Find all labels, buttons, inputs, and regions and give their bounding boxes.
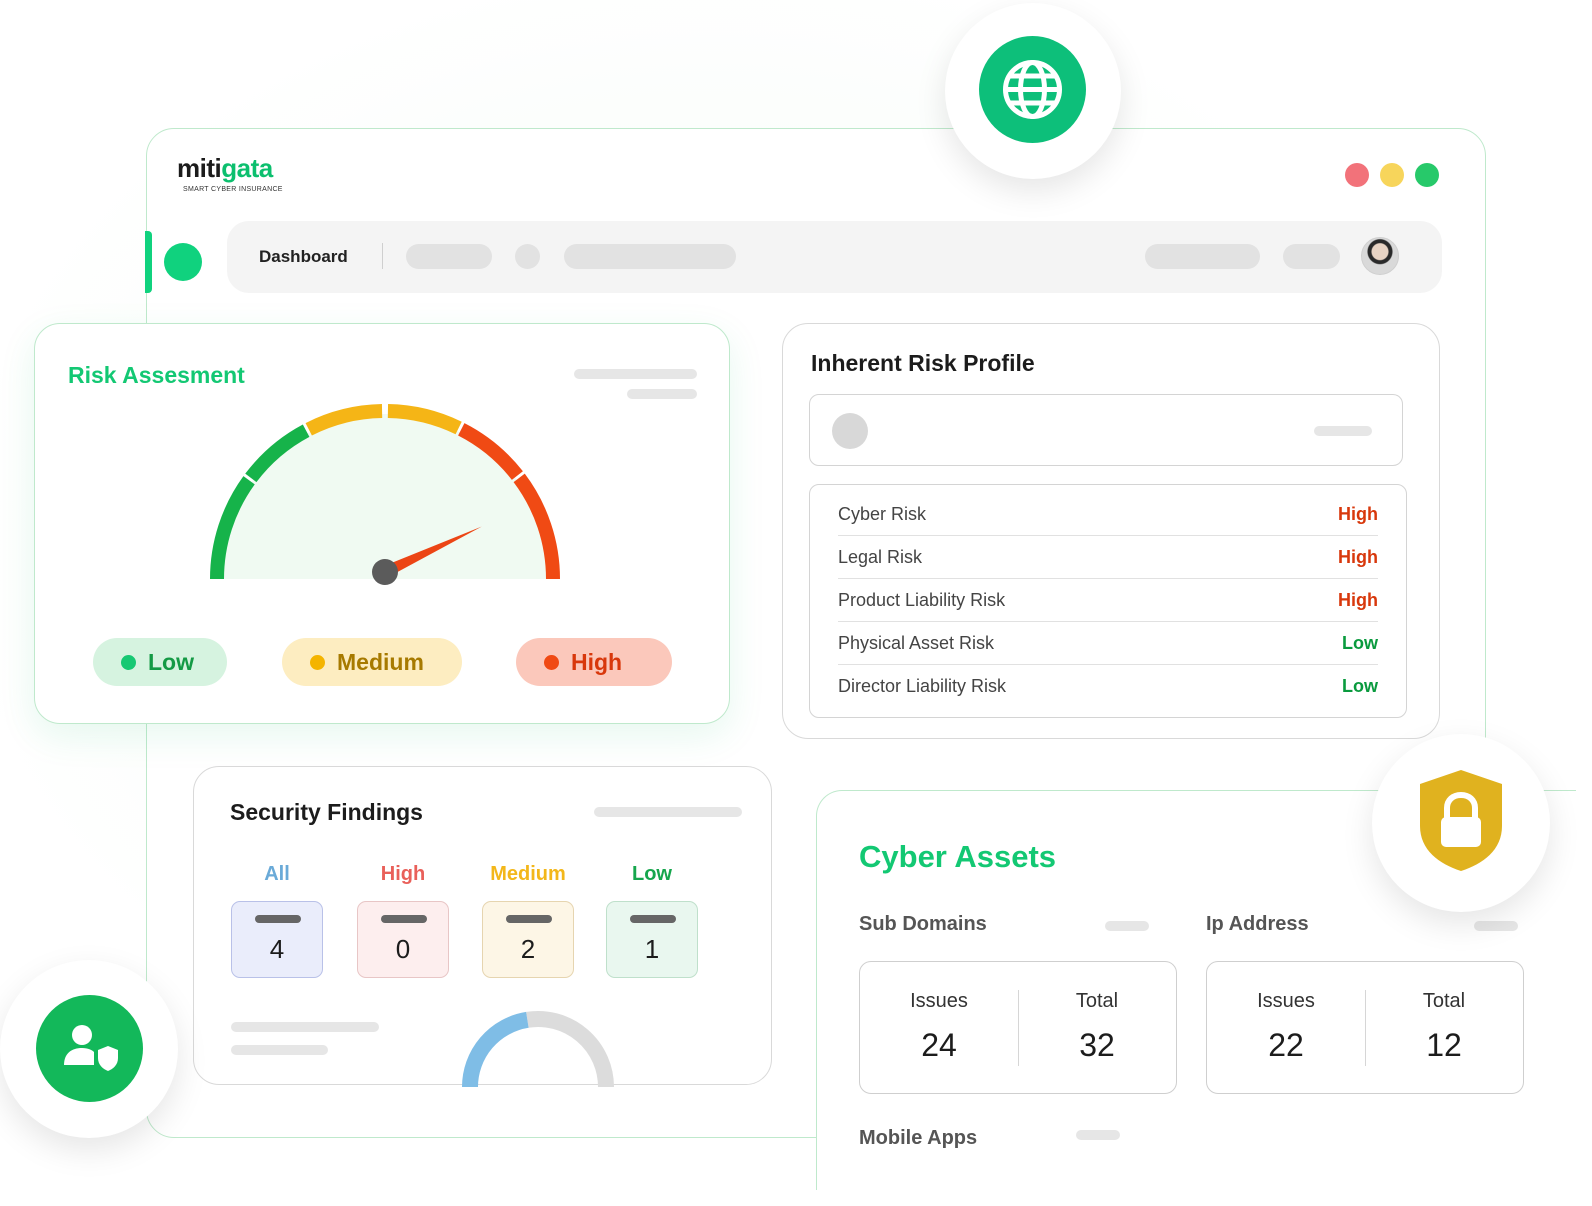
placeholder-bar bbox=[231, 1045, 328, 1055]
placeholder-bar bbox=[1474, 921, 1518, 931]
risk-level: Low bbox=[1342, 632, 1378, 653]
globe-icon bbox=[1003, 60, 1062, 119]
finding-count: 1 bbox=[644, 934, 660, 964]
legend-high-label: High bbox=[571, 648, 623, 675]
sidebar-active-indicator bbox=[145, 231, 152, 293]
user-shield-badge bbox=[0, 960, 178, 1138]
donut-filled-arc bbox=[462, 1011, 529, 1087]
legend-medium-label: Medium bbox=[337, 648, 424, 675]
placeholder-bar bbox=[1076, 1130, 1120, 1140]
findings-donut bbox=[462, 1011, 614, 1087]
finding-label: High bbox=[380, 863, 426, 885]
legend-low-dot bbox=[121, 654, 136, 670]
legend-low[interactable]: Low bbox=[93, 638, 227, 686]
nav-dashboard[interactable]: Dashboard bbox=[259, 247, 348, 267]
maximize-window-button[interactable] bbox=[1415, 163, 1439, 187]
sub-domains-issues: Issues 24 bbox=[910, 990, 968, 1063]
risk-label: Cyber Risk bbox=[838, 503, 927, 524]
profile-selector[interactable] bbox=[809, 394, 1403, 466]
finding-label: All bbox=[264, 863, 290, 885]
close-window-button[interactable] bbox=[1345, 163, 1369, 187]
finding-count: 0 bbox=[395, 934, 411, 964]
risk-level: High bbox=[1338, 546, 1378, 567]
brand-tagline: SMART CYBER INSURANCE bbox=[183, 186, 283, 193]
finding-count: 4 bbox=[269, 934, 285, 964]
nav-placeholder-3[interactable] bbox=[1145, 244, 1260, 269]
inherent-risk-profile-card: Inherent Risk Profile Cyber Risk High Le… bbox=[782, 323, 1440, 739]
legend-high-dot bbox=[544, 654, 559, 670]
risk-label: Director Liability Risk bbox=[838, 676, 1007, 696]
risk-level: High bbox=[1338, 589, 1378, 610]
risk-level: High bbox=[1338, 503, 1378, 524]
placeholder-bar bbox=[231, 1022, 379, 1032]
table-row: Legal Risk High bbox=[838, 536, 1378, 579]
placeholder-bar bbox=[627, 389, 697, 399]
risk-gauge bbox=[210, 404, 560, 585]
finding-filter-low[interactable]: Low 1 bbox=[606, 863, 698, 978]
finding-count: 2 bbox=[520, 934, 536, 964]
finding-count-box: 0 bbox=[357, 901, 449, 978]
cyber-assets-title: Cyber Assets bbox=[859, 839, 1057, 874]
brand-wordmark: mitigata bbox=[177, 153, 273, 183]
mobile-apps-label: Mobile Apps bbox=[859, 1127, 978, 1149]
risk-label: Product Liability Risk bbox=[838, 589, 1006, 610]
ip-address-total: Total 12 bbox=[1422, 990, 1466, 1063]
gauge-fill bbox=[220, 414, 550, 579]
risk-label: Legal Risk bbox=[838, 546, 923, 567]
inherent-risk-profile-title: Inherent Risk Profile bbox=[811, 350, 1035, 376]
risk-assessment-card: Risk Assesment Low Medium High bbox=[34, 323, 730, 724]
globe-badge bbox=[945, 3, 1121, 179]
brand-logo[interactable]: mitigata SMART CYBER INSURANCE bbox=[177, 153, 317, 203]
finding-count-box: 4 bbox=[231, 901, 323, 978]
legend-low-label: Low bbox=[148, 648, 194, 675]
shield-lock-icon bbox=[1420, 770, 1502, 871]
risk-label: Physical Asset Risk bbox=[838, 632, 995, 653]
finding-label: Medium bbox=[490, 863, 566, 885]
finding-filter-medium[interactable]: Medium 2 bbox=[482, 863, 574, 978]
nav-placeholder-2[interactable] bbox=[564, 244, 736, 269]
nav-divider bbox=[382, 243, 383, 269]
finding-filter-all[interactable]: All 4 bbox=[231, 863, 323, 978]
placeholder-bar bbox=[1105, 921, 1149, 931]
legend-medium-dot bbox=[310, 654, 325, 670]
table-row: Product Liability Risk High bbox=[838, 579, 1378, 622]
placeholder-bar bbox=[574, 369, 697, 379]
sidebar-item-home[interactable] bbox=[164, 243, 202, 281]
shield-lock-badge bbox=[1372, 734, 1550, 912]
legend-high[interactable]: High bbox=[516, 638, 672, 686]
risk-assessment-title: Risk Assesment bbox=[68, 362, 245, 388]
ip-address-label: Ip Address bbox=[1206, 913, 1309, 935]
window-controls bbox=[1345, 163, 1439, 187]
minimize-window-button[interactable] bbox=[1380, 163, 1404, 187]
table-row: Physical Asset Risk Low bbox=[838, 622, 1378, 665]
user-shield-icon bbox=[64, 1025, 118, 1071]
top-navigation-bar: Dashboard bbox=[227, 221, 1442, 293]
table-row: Cyber Risk High bbox=[838, 493, 1378, 536]
sub-domains-stats[interactable]: Issues 24 Total 32 bbox=[859, 961, 1177, 1094]
legend-medium[interactable]: Medium bbox=[282, 638, 462, 686]
nav-placeholder-1[interactable] bbox=[406, 244, 492, 269]
gauge-hub bbox=[372, 559, 398, 585]
finding-count-box: 2 bbox=[482, 901, 574, 978]
nav-placeholder-4[interactable] bbox=[1283, 244, 1340, 269]
finding-filter-high[interactable]: High 0 bbox=[357, 863, 449, 978]
finding-count-box: 1 bbox=[606, 901, 698, 978]
security-findings-card: Security Findings All 4 High 0 Medium 2 … bbox=[193, 766, 772, 1087]
sub-domains-total: Total 32 bbox=[1075, 990, 1119, 1063]
security-findings-title: Security Findings bbox=[230, 799, 423, 825]
sub-domains-label: Sub Domains bbox=[859, 913, 987, 935]
ip-address-issues: Issues 22 bbox=[1257, 990, 1315, 1063]
placeholder-bar bbox=[594, 807, 742, 817]
nav-placeholder-dot[interactable] bbox=[515, 244, 540, 269]
risk-profile-table: Cyber Risk High Legal Risk High Product … bbox=[809, 484, 1407, 718]
table-row: Director Liability Risk Low bbox=[838, 665, 1378, 708]
placeholder-bar bbox=[1314, 426, 1372, 436]
donut-remaining-arc bbox=[526, 1011, 614, 1087]
ip-address-stats[interactable]: Issues 22 Total 12 bbox=[1206, 961, 1524, 1094]
user-avatar[interactable] bbox=[1361, 237, 1399, 275]
profile-avatar-placeholder bbox=[832, 413, 868, 449]
finding-label: Low bbox=[632, 863, 672, 885]
risk-level: Low bbox=[1342, 676, 1378, 696]
